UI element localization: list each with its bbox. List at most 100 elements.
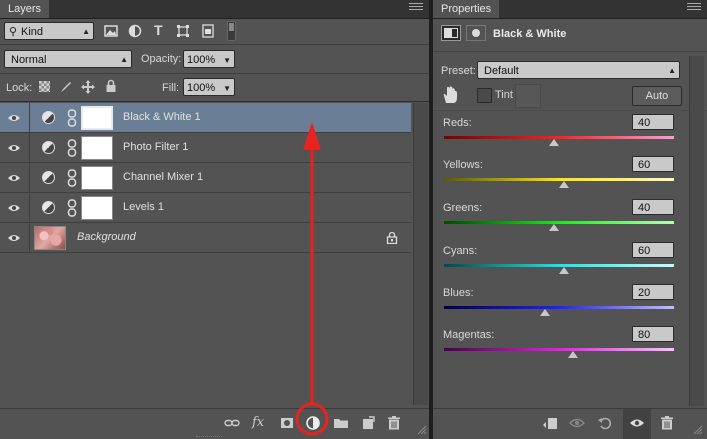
divider xyxy=(29,163,30,192)
resize-corner-icon[interactable] xyxy=(417,425,427,435)
adjustment-layer-filter-icon[interactable] xyxy=(128,24,142,38)
visibility-eye-icon[interactable] xyxy=(7,142,21,154)
divider xyxy=(433,51,707,52)
tab-layers[interactable]: Layers xyxy=(0,0,50,18)
divider xyxy=(29,133,30,162)
reset-adjustment-icon[interactable] xyxy=(597,415,613,431)
link-chain-icon[interactable] xyxy=(67,169,77,187)
layer-row-photo-filter-1[interactable]: Photo Filter 1 xyxy=(0,133,411,163)
tint-color-swatch[interactable] xyxy=(515,84,541,108)
panel-menu-icon[interactable] xyxy=(687,3,701,13)
shape-layer-filter-icon[interactable] xyxy=(176,24,190,38)
visibility-eye-icon[interactable] xyxy=(7,112,21,124)
layers-scrollbar[interactable] xyxy=(413,103,428,405)
search-icon: ⚲ xyxy=(9,26,18,38)
layers-panel: Layers ⚲ Kind ▲ T Normal ▲ Opacity: 100%… xyxy=(0,0,429,439)
type-layer-filter-icon[interactable]: T xyxy=(154,22,163,38)
preset-select[interactable]: Default ▲ xyxy=(477,61,680,79)
layer-mask-thumbnail[interactable] xyxy=(81,136,113,160)
add-layer-mask-icon[interactable] xyxy=(279,415,295,431)
magentas-value-field[interactable]: 80 xyxy=(632,326,674,342)
opacity-value: 100% xyxy=(187,54,216,66)
resize-corner-icon[interactable] xyxy=(693,425,703,435)
delete-layer-trash-icon[interactable] xyxy=(386,415,402,431)
filter-kind-select[interactable]: ⚲ Kind ▲ xyxy=(4,22,94,40)
greens-value-field[interactable]: 40 xyxy=(632,199,674,215)
channel-mixer-adjustment-icon xyxy=(42,171,55,184)
cyans-slider-thumb[interactable] xyxy=(558,267,569,274)
layer-row-channel-mixer-1[interactable]: Channel Mixer 1 xyxy=(0,163,411,193)
auto-button[interactable]: Auto xyxy=(632,86,682,106)
layer-mask-thumbnail[interactable] xyxy=(81,106,113,130)
properties-scrollbar[interactable] xyxy=(689,56,704,406)
layer-row-background[interactable]: Background xyxy=(0,223,411,253)
blues-value-field[interactable]: 20 xyxy=(632,284,674,300)
properties-tab-bar: Properties xyxy=(433,0,707,19)
properties-bottom-toolbar xyxy=(433,408,707,439)
adjustment-properties-icon[interactable] xyxy=(441,25,461,41)
fill-label: Fill: xyxy=(162,82,180,94)
divider xyxy=(0,73,429,74)
cyans-value-field[interactable]: 60 xyxy=(632,242,674,258)
clip-to-layer-icon[interactable] xyxy=(542,415,558,431)
new-adjustment-layer-icon[interactable] xyxy=(305,415,321,431)
updown-arrows-icon: ▲ xyxy=(668,66,676,75)
layer-name: Channel Mixer 1 xyxy=(123,171,204,183)
delete-adjustment-trash-icon[interactable] xyxy=(659,415,675,431)
new-group-folder-icon[interactable] xyxy=(333,415,349,431)
visibility-eye-icon[interactable] xyxy=(7,172,21,184)
targeted-adjustment-hand-icon[interactable] xyxy=(441,85,459,105)
yellows-slider-thumb[interactable] xyxy=(558,181,569,188)
tint-checkbox[interactable] xyxy=(477,88,492,103)
pixel-layer-filter-icon[interactable] xyxy=(104,24,118,38)
fill-field[interactable]: 100% ▼ xyxy=(183,78,235,96)
blues-gradient-track[interactable] xyxy=(444,306,674,309)
layer-name: Background xyxy=(77,231,136,243)
yellows-value-field[interactable]: 60 xyxy=(632,156,674,172)
lock-position-icon[interactable] xyxy=(81,80,95,94)
panel-menu-icon[interactable] xyxy=(409,3,423,13)
new-layer-icon[interactable] xyxy=(360,415,376,431)
reds-value-field[interactable]: 40 xyxy=(632,114,674,130)
link-layers-icon[interactable] xyxy=(224,415,240,431)
visibility-eye-icon[interactable] xyxy=(7,202,21,214)
lock-all-icon[interactable] xyxy=(104,79,118,93)
magentas-gradient-track[interactable] xyxy=(444,348,674,351)
blues-slider-thumb[interactable] xyxy=(540,309,551,316)
greens-slider-thumb[interactable] xyxy=(549,224,560,231)
layer-row-black-white-1[interactable]: Black & White 1 xyxy=(0,103,411,133)
filter-toggle-switch[interactable] xyxy=(227,21,236,41)
layer-row-levels-1[interactable]: Levels 1 xyxy=(0,193,411,223)
view-previous-state-icon[interactable] xyxy=(569,415,585,431)
lock-image-pixels-icon[interactable] xyxy=(59,80,73,94)
magentas-slider-thumb[interactable] xyxy=(567,351,578,358)
link-chain-icon[interactable] xyxy=(67,109,77,127)
smart-object-filter-icon[interactable] xyxy=(201,24,215,38)
layer-mask-thumbnail[interactable] xyxy=(81,166,113,190)
layer-style-fx-icon[interactable]: fx xyxy=(252,415,264,430)
updown-arrows-icon: ▲ xyxy=(82,27,90,36)
mask-properties-icon[interactable] xyxy=(466,25,486,41)
reds-slider-thumb[interactable] xyxy=(549,139,560,146)
preset-value: Default xyxy=(484,65,519,77)
filter-kind-label: Kind xyxy=(21,26,44,38)
divider xyxy=(29,193,30,222)
opacity-field[interactable]: 100% ▼ xyxy=(183,50,235,68)
lock-label: Lock: xyxy=(6,82,33,94)
link-chain-icon[interactable] xyxy=(67,199,77,217)
link-chain-icon[interactable] xyxy=(67,139,77,157)
tab-properties[interactable]: Properties xyxy=(433,0,500,18)
slider-label-cyans: Cyans: xyxy=(443,245,478,257)
toggle-visibility-eye-icon[interactable] xyxy=(629,415,645,431)
opacity-label: Opacity: xyxy=(141,53,182,65)
layer-mask-thumbnail[interactable] xyxy=(81,196,113,220)
dropdown-arrow-icon: ▼ xyxy=(223,56,231,65)
properties-panel: Properties Black & White Preset: Default… xyxy=(433,0,707,439)
blend-mode-select[interactable]: Normal ▲ xyxy=(4,50,132,68)
divider xyxy=(433,110,707,111)
lock-transparent-pixels-icon[interactable] xyxy=(39,81,50,92)
layer-image-thumbnail[interactable] xyxy=(34,226,66,250)
fill-value: 100% xyxy=(187,82,216,94)
visibility-eye-icon[interactable] xyxy=(7,232,21,244)
updown-arrows-icon: ▲ xyxy=(120,55,128,64)
